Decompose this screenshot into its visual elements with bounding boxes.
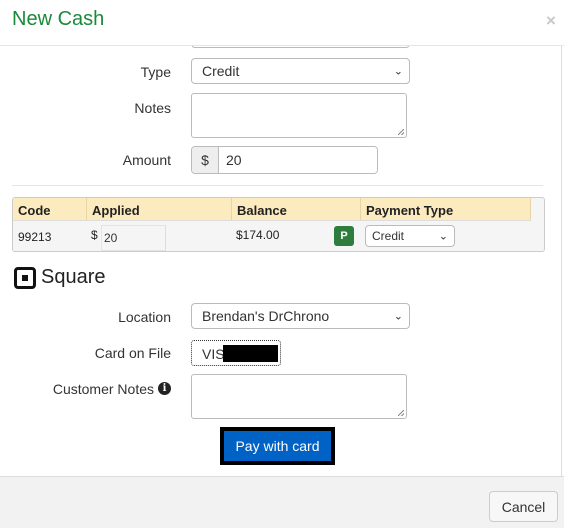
customer-notes-label: Customer Notes	[52, 381, 154, 397]
notes-textarea[interactable]	[191, 93, 407, 138]
amount-label: Amount	[122, 152, 171, 168]
col-balance: Balance	[232, 198, 361, 221]
cancel-button[interactable]: Cancel	[489, 491, 558, 522]
scrollbar[interactable]	[561, 46, 562, 476]
p-badge[interactable]: P	[334, 226, 354, 246]
payment-type-select[interactable]: Credit ⌄	[365, 225, 455, 247]
modal-footer: Cancel	[0, 476, 564, 528]
customer-notes-textarea[interactable]	[191, 374, 407, 419]
square-logo-icon	[14, 266, 36, 289]
pay-with-card-label: Pay with card	[224, 431, 331, 461]
notes-label: Notes	[134, 100, 171, 116]
table-row: 99213 $ 20 $174.00 P Credit ⌄	[13, 220, 531, 251]
col-applied: Applied	[87, 198, 232, 221]
square-logo-text: Square	[41, 266, 106, 288]
location-label: Location	[118, 309, 171, 325]
amount-input-group: $ 20	[191, 146, 378, 174]
type-value: Credit	[202, 63, 240, 79]
card-on-file-label: Card on File	[94, 345, 171, 361]
redacted-card-number	[223, 345, 278, 362]
pay-with-card-button[interactable]: Pay with card	[220, 427, 335, 465]
chevron-down-icon: ⌄	[393, 65, 403, 78]
info-icon[interactable]: i	[158, 382, 171, 395]
payment-type-value: Credit	[372, 229, 405, 243]
divider	[12, 185, 543, 186]
charges-table: Code Applied Balance Payment Type 99213 …	[12, 197, 545, 252]
balance-cell: $174.00	[236, 228, 280, 242]
col-code: Code	[13, 198, 87, 221]
applied-input[interactable]: 20	[101, 225, 166, 251]
close-icon[interactable]: ×	[546, 11, 556, 31]
amount-input[interactable]: 20	[219, 147, 377, 173]
type-select[interactable]: Credit ⌄	[191, 58, 410, 84]
square-logo: Square	[14, 266, 106, 289]
modal-header: New Cash ×	[0, 0, 564, 46]
col-payment-type: Payment Type	[361, 198, 531, 221]
code-cell: 99213	[18, 230, 52, 244]
amount-prefix: $	[192, 147, 219, 173]
type-label: Type	[140, 64, 171, 80]
location-value: Brendan's DrChrono	[202, 308, 330, 324]
modal-title: New Cash	[12, 8, 105, 30]
card-on-file-button[interactable]: VISA	[191, 340, 281, 366]
chevron-down-icon: ⌄	[393, 310, 403, 323]
applied-prefix: $	[91, 228, 98, 242]
location-select[interactable]: Brendan's DrChrono ⌄	[191, 303, 410, 329]
chevron-down-icon: ⌄	[438, 230, 448, 243]
